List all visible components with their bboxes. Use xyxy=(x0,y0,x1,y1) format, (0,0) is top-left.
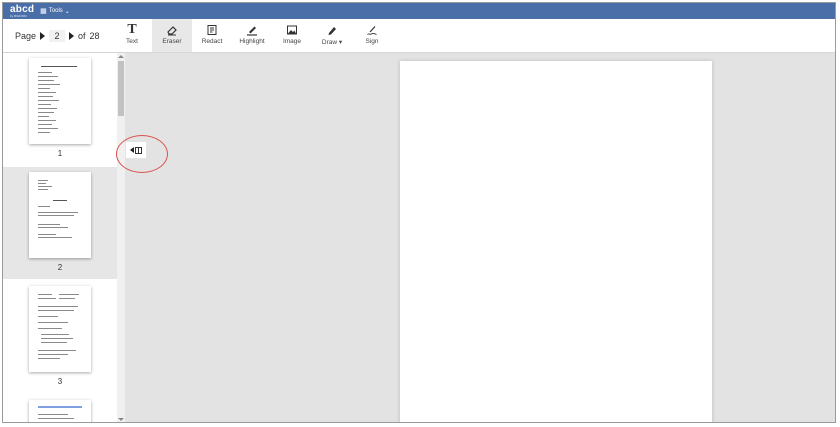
tool-label: Highlight xyxy=(239,38,265,45)
tools-menu-button[interactable]: ▦ Tools ⌄ xyxy=(40,7,70,15)
thumbnail-image xyxy=(29,400,91,422)
image-icon xyxy=(286,22,298,37)
redact-tool-button[interactable]: Redact xyxy=(192,19,232,52)
eraser-icon xyxy=(166,22,178,37)
collapse-sidebar-button[interactable] xyxy=(126,142,146,158)
thumbnail-image xyxy=(29,286,91,372)
tool-label: Draw ▾ xyxy=(321,39,343,46)
total-pages: 28 xyxy=(89,31,100,41)
page-navigator: Page of 28 xyxy=(15,29,100,43)
scrollbar-thumb[interactable] xyxy=(118,61,124,116)
logo-subtext: by BIGFIRM xyxy=(10,13,27,18)
document-page[interactable] xyxy=(400,61,712,422)
tool-label: Image xyxy=(282,38,302,45)
of-label: of xyxy=(78,31,86,41)
tool-label: Eraser xyxy=(162,38,182,45)
scroll-down-icon[interactable] xyxy=(118,418,124,421)
draw-icon xyxy=(326,22,338,37)
app-window: abcd by BIGFIRM ▦ Tools ⌄ Page of 28 T T… xyxy=(2,2,836,423)
apps-grid-icon: ▦ xyxy=(40,8,47,15)
thumbnail-page-3[interactable]: 3 xyxy=(3,281,117,393)
thumbnail-page-number: 1 xyxy=(57,149,63,158)
text-icon: T xyxy=(127,21,137,37)
thumbnail-page-1[interactable]: 1 xyxy=(3,53,117,165)
next-page-icon[interactable] xyxy=(69,32,75,40)
toolbar: Page of 28 T Text Eraser Redact xyxy=(3,19,835,53)
redact-icon xyxy=(206,22,218,37)
logo-text: abcd xyxy=(10,3,35,15)
thumbnail-page-number: 2 xyxy=(57,263,63,272)
sign-tool-button[interactable]: Sign xyxy=(352,19,392,52)
sidebar-scrollbar[interactable] xyxy=(117,53,125,422)
thumbnail-page-2[interactable]: 2 xyxy=(3,167,117,279)
tool-label: Redact xyxy=(201,38,223,45)
scroll-up-icon[interactable] xyxy=(118,55,124,58)
app-header: abcd by BIGFIRM ▦ Tools ⌄ xyxy=(3,3,835,19)
draw-tool-button[interactable]: Draw ▾ xyxy=(312,19,352,52)
panel-icon xyxy=(135,146,142,154)
thumbnail-sidebar: 1 2 3 xyxy=(3,53,125,422)
tools-menu-label: Tools xyxy=(48,8,63,14)
app-logo[interactable]: abcd by BIGFIRM xyxy=(10,3,35,18)
text-tool-button[interactable]: T Text xyxy=(112,19,152,52)
thumbnail-page-number: 3 xyxy=(57,377,63,386)
highlight-tool-button[interactable]: Highlight xyxy=(232,19,272,52)
tool-label: Sign xyxy=(365,38,379,45)
thumbnail-page-4[interactable] xyxy=(3,395,117,422)
chevron-down-icon: ⌄ xyxy=(64,8,70,15)
previous-page-icon[interactable] xyxy=(40,32,46,40)
highlight-icon xyxy=(246,22,258,37)
eraser-tool-button[interactable]: Eraser xyxy=(152,19,192,52)
sign-icon xyxy=(366,22,378,37)
image-tool-button[interactable]: Image xyxy=(272,19,312,52)
page-number-input[interactable] xyxy=(49,30,66,42)
tool-label: Text xyxy=(126,38,138,45)
collapse-arrow-icon xyxy=(130,147,134,153)
thumbnail-image xyxy=(29,172,91,258)
page-label: Page xyxy=(15,31,37,41)
thumbnail-image xyxy=(29,58,91,144)
